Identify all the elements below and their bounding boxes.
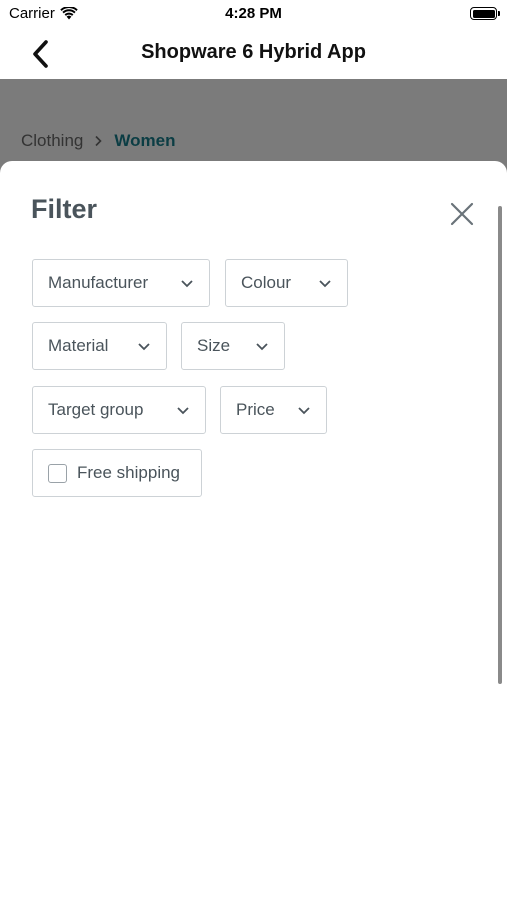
- chevron-right-icon: [94, 135, 103, 147]
- chevron-down-icon: [137, 342, 151, 351]
- breadcrumb-item-women[interactable]: Women: [114, 131, 175, 151]
- chevron-down-icon: [255, 342, 269, 351]
- filter-label: Size: [197, 336, 231, 355]
- filter-material[interactable]: Material: [32, 322, 167, 370]
- clock: 4:28 PM: [225, 5, 282, 22]
- close-icon: [450, 202, 474, 226]
- chevron-down-icon: [180, 279, 194, 288]
- filter-price[interactable]: Price: [220, 386, 327, 434]
- filter-title: Filter: [31, 194, 98, 224]
- filter-size[interactable]: Size: [181, 322, 285, 370]
- chevron-down-icon: [318, 279, 332, 288]
- battery-icon: [470, 7, 500, 20]
- filter-label: Target group: [48, 400, 144, 419]
- chevron-down-icon: [297, 406, 311, 415]
- close-button[interactable]: [448, 200, 476, 228]
- filter-colour[interactable]: Colour: [225, 259, 348, 307]
- free-shipping-label: Free shipping: [77, 463, 181, 482]
- filter-label: Price: [236, 400, 275, 419]
- chevron-down-icon: [176, 406, 190, 415]
- navigation-bar: Shopware 6 Hybrid App: [0, 30, 507, 79]
- filter-target-group[interactable]: Target group: [32, 386, 206, 434]
- scrollbar[interactable]: [498, 206, 502, 684]
- filter-sheet: Filter Manufacturer Colour Material Size…: [0, 161, 507, 900]
- filter-label: Manufacturer: [48, 273, 149, 292]
- filter-label: Material: [48, 336, 109, 355]
- filter-manufacturer[interactable]: Manufacturer: [32, 259, 210, 307]
- page-title: Shopware 6 Hybrid App: [141, 41, 366, 63]
- free-shipping-checkbox[interactable]: [48, 463, 67, 483]
- filter-free-shipping[interactable]: Free shipping: [32, 449, 202, 497]
- breadcrumb: Clothing Women: [21, 131, 175, 151]
- status-bar: Carrier 4:28 PM: [0, 0, 507, 30]
- filter-label: Colour: [241, 273, 292, 292]
- breadcrumb-item-clothing[interactable]: Clothing: [21, 131, 83, 151]
